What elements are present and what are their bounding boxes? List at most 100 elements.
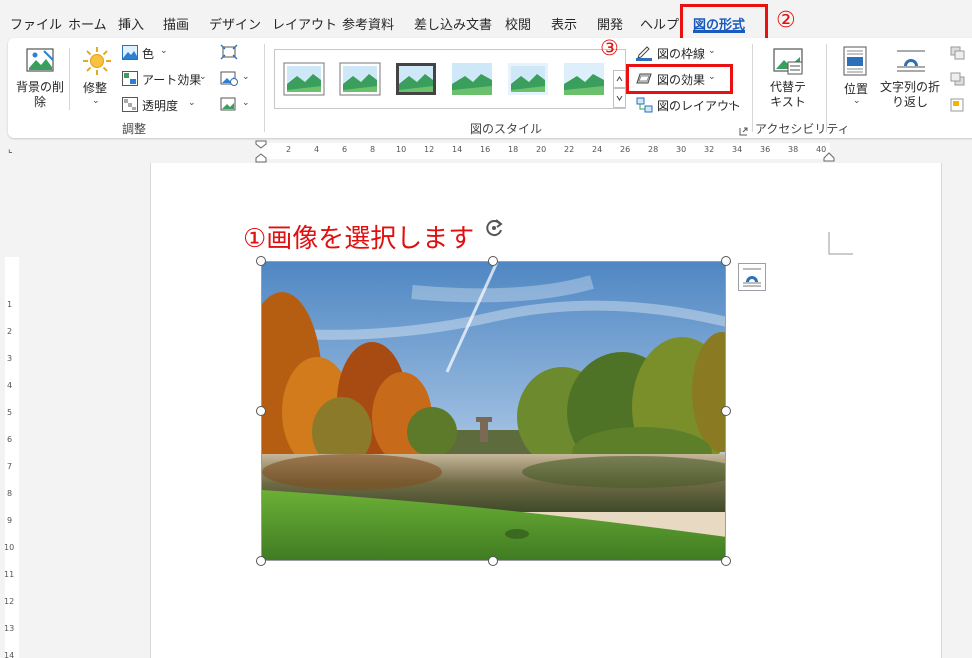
highlight-box-picture-format [680, 4, 768, 42]
separator [826, 44, 827, 132]
ruler-tick: 38 [788, 145, 799, 154]
reset-picture-button[interactable]: ⌄ [220, 96, 252, 114]
horizontal-ruler[interactable]: 2 4 6 8 10 12 14 16 18 20 22 24 26 28 30… [0, 140, 972, 163]
alt-text-label: 代替テキスト [769, 80, 806, 109]
ruler-tick: 12 [4, 597, 15, 606]
resize-handle-bottom[interactable] [488, 556, 498, 566]
tab-draw[interactable]: 描画 [163, 14, 189, 33]
alt-text-icon [773, 48, 803, 75]
right-indent-marker-icon[interactable] [823, 150, 835, 162]
vertical-ruler[interactable]: 1 2 3 4 5 6 7 8 9 10 11 12 13 14 [0, 163, 26, 658]
change-picture-button[interactable]: ⌄ [220, 70, 252, 88]
tab-developer[interactable]: 開発 [597, 14, 623, 33]
ruler-tick: 13 [4, 624, 15, 633]
resize-handle-top-right[interactable] [721, 256, 731, 266]
ruler-tick: 2 [286, 145, 292, 154]
indent-marker-icon[interactable] [255, 140, 267, 163]
resize-handle-bottom-left[interactable] [256, 556, 266, 566]
tab-mailings[interactable]: 差し込み文書 [414, 14, 492, 33]
highlight-box-picture-effects [626, 64, 733, 94]
ruler-tick: 16 [480, 145, 491, 154]
selection-pane-icon[interactable] [950, 98, 970, 114]
artistic-effects-button[interactable]: アート効果 ⌄ [122, 70, 210, 88]
artistic-effects-icon [122, 71, 138, 86]
group-label-accessibility: アクセシビリティ [755, 122, 850, 136]
transparency-button[interactable]: 透明度 ⌄ [122, 96, 198, 114]
chevron-down-icon: ⌄ [188, 98, 196, 108]
ruler-tick: 30 [676, 145, 687, 154]
compress-pictures-button[interactable] [220, 44, 242, 62]
color-button[interactable]: 色 ⌄ [122, 44, 174, 62]
wrap-text-label: 文字列の折り返し [879, 80, 940, 109]
ruler-tick: 32 [704, 145, 715, 154]
corrections-button[interactable]: 修整 ⌄ [78, 44, 116, 114]
tab-layout[interactable]: レイアウト [272, 14, 337, 33]
tab-review[interactable]: 校閲 [505, 14, 531, 33]
send-backward-icon[interactable] [950, 72, 970, 88]
tab-home[interactable]: ホーム [68, 14, 107, 33]
resize-handle-top[interactable] [488, 256, 498, 266]
ruler-tick: 2 [7, 327, 13, 336]
bring-forward-icon[interactable] [950, 46, 970, 62]
ruler-tick: 6 [7, 435, 13, 444]
wrap-text-button[interactable]: 文字列の折り返し [878, 44, 942, 114]
color-icon [122, 45, 138, 60]
style-thumb[interactable] [339, 62, 381, 96]
tab-file[interactable]: ファイル [10, 14, 62, 33]
ruler-tick: 12 [424, 145, 435, 154]
sun-icon [83, 47, 111, 75]
tab-design[interactable]: デザイン [209, 14, 261, 33]
remove-background-label: 背景の削除 [15, 80, 64, 109]
layout-options-button[interactable] [738, 263, 766, 291]
separator [752, 44, 753, 132]
remove-background-icon [26, 48, 54, 72]
ruler-tick: 28 [648, 145, 659, 154]
ruler-tick: 10 [4, 543, 15, 552]
style-thumb[interactable] [395, 62, 437, 96]
picture-border-button[interactable]: 図の枠線 ⌄ [636, 44, 726, 62]
rotate-handle-icon[interactable] [482, 216, 506, 240]
ruler-tick: 8 [370, 145, 376, 154]
ruler-tick: 26 [620, 145, 631, 154]
tab-references[interactable]: 参考資料 [342, 14, 394, 33]
wrap-text-icon [897, 50, 925, 72]
selected-picture[interactable] [261, 261, 726, 561]
alt-text-button[interactable]: 代替テキスト [766, 44, 810, 114]
tab-view[interactable]: 表示 [551, 14, 577, 33]
chevron-up-icon [616, 76, 623, 82]
group-label-picture-styles: 図のスタイル [470, 122, 543, 136]
tab-selector-icon[interactable]: ⌞ [8, 144, 13, 155]
chevron-down-icon: ⌄ [242, 72, 250, 82]
ruler-tick: 7 [7, 462, 13, 471]
menu-bar: ファイル ホーム 挿入 描画 デザイン レイアウト 参考資料 差し込み文書 校閲… [0, 0, 972, 36]
ruler-tick: 4 [314, 145, 320, 154]
ruler-tick: 5 [7, 408, 13, 417]
ruler-tick: 1 [7, 300, 13, 309]
separator [69, 48, 70, 110]
color-label: 色 [142, 47, 155, 61]
gallery-more[interactable] [613, 88, 626, 108]
resize-handle-right[interactable] [721, 406, 731, 416]
ruler-tick: 8 [7, 489, 13, 498]
ruler-tick: 6 [342, 145, 348, 154]
resize-handle-left[interactable] [256, 406, 266, 416]
style-thumb[interactable] [507, 62, 549, 96]
chevron-down-icon: ⌄ [242, 98, 250, 108]
remove-background-button[interactable]: 背景の削除 [14, 44, 66, 114]
position-button[interactable]: 位置 ⌄ [838, 44, 874, 114]
tab-help[interactable]: ヘルプ [640, 14, 679, 33]
style-thumb[interactable] [563, 62, 605, 96]
ruler-tick: 34 [732, 145, 743, 154]
resize-handle-bottom-right[interactable] [721, 556, 731, 566]
resize-handle-top-left[interactable] [256, 256, 266, 266]
tab-insert[interactable]: 挿入 [118, 14, 144, 33]
style-thumb[interactable] [451, 62, 493, 96]
gallery-scroll-up[interactable] [613, 70, 626, 88]
picture-layout-button[interactable]: 図のレイアウト ⌄ [636, 96, 741, 114]
dialog-launcher-icon[interactable] [739, 125, 748, 136]
chevron-down-icon [616, 95, 623, 101]
chevron-down-icon: ⌄ [853, 96, 861, 106]
reset-picture-icon [220, 97, 236, 111]
style-thumb[interactable] [283, 62, 325, 96]
ruler-tick: 24 [592, 145, 603, 154]
